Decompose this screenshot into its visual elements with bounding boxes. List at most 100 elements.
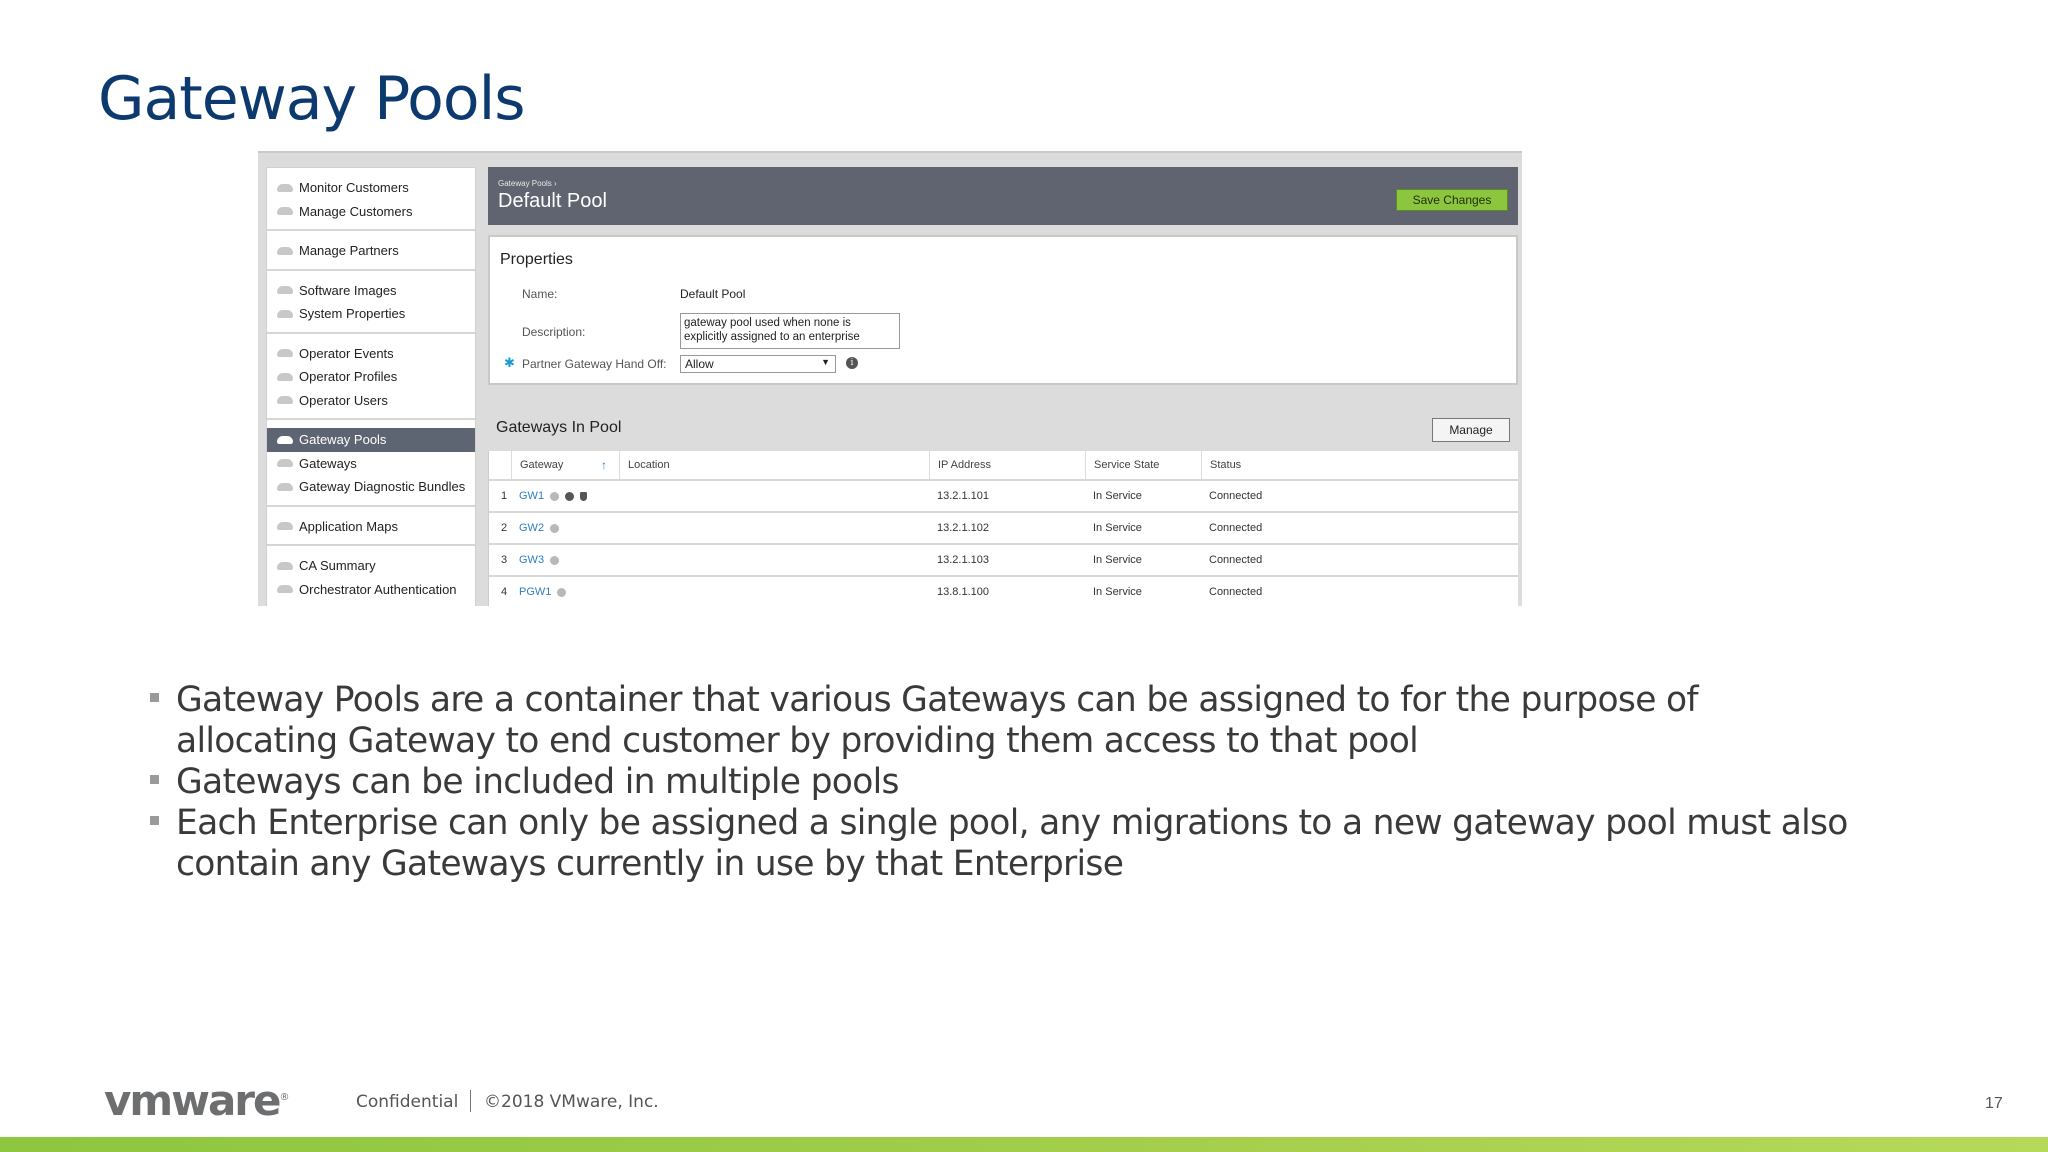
sidebar-item-label: Monitor Customers <box>299 180 409 196</box>
sidebar-item-manage-customers[interactable]: Manage Customers <box>267 200 475 224</box>
row-number: 2 <box>501 522 508 534</box>
row-number: 1 <box>501 490 508 502</box>
sidebar-item-ca-summary[interactable]: CA Summary <box>267 554 475 578</box>
gateway-link[interactable]: GW2 <box>519 522 544 534</box>
cloud-icon <box>277 207 293 216</box>
handoff-select[interactable]: Allow ▼ <box>680 355 836 373</box>
properties-heading: Properties <box>500 251 573 268</box>
ip-address-cell: 13.8.1.100 <box>937 586 989 598</box>
status-cell: Connected <box>1209 586 1263 598</box>
info-icon[interactable] <box>550 491 560 501</box>
ip-address-cell: 13.2.1.101 <box>937 490 989 502</box>
info-icon[interactable] <box>550 555 560 565</box>
sidebar-item-operator-users[interactable]: Operator Users <box>267 389 475 413</box>
column-header-ip-address[interactable]: IP Address <box>929 451 1085 479</box>
table-row[interactable]: 1 GW1 13.2.1.101 In Service Connected <box>489 481 1518 513</box>
sidebar-item-label: Gateway Pools <box>299 432 387 448</box>
sidebar-item-application-maps[interactable]: Application Maps <box>267 515 475 539</box>
sidebar-item-software-images[interactable]: Software Images <box>267 279 475 303</box>
cloud-icon <box>277 286 293 295</box>
nav-group: Software Images System Properties <box>267 271 475 334</box>
gateway-link[interactable]: GW1 <box>519 490 544 502</box>
table-row[interactable]: 3 GW3 13.2.1.103 In Service Connected <box>489 545 1518 577</box>
ip-address-cell: 13.2.1.102 <box>937 522 989 534</box>
sidebar-item-monitor-customers[interactable]: Monitor Customers <box>267 176 475 200</box>
pool-header: Gateway Pools › Default Pool Save Change… <box>488 167 1518 225</box>
save-changes-button[interactable]: Save Changes <box>1396 189 1508 211</box>
gateway-cell: GW2 <box>511 513 560 543</box>
service-state-cell: In Service <box>1093 586 1142 598</box>
info-icon[interactable]: i <box>846 357 858 369</box>
sidebar-item-replication[interactable]: Replication <box>267 601 475 606</box>
cloud-icon <box>277 183 293 192</box>
sidebar-nav: Monitor Customers Manage Customers Manage … <box>266 167 476 606</box>
location-cell <box>619 577 627 606</box>
sidebar-item-system-properties[interactable]: System Properties <box>267 302 475 326</box>
service-state-cell: In Service <box>1093 522 1142 534</box>
column-header-label: Status <box>1210 459 1242 471</box>
row-number: 4 <box>501 586 508 598</box>
page-title: Default Pool <box>498 190 607 212</box>
table-row[interactable]: 4 PGW1 13.8.1.100 In Service Connected <box>489 577 1518 606</box>
gateway-cell: GW3 <box>511 545 560 575</box>
column-header-location[interactable]: Location <box>619 451 929 479</box>
gateway-link[interactable]: GW3 <box>519 554 544 566</box>
cloud-icon <box>277 482 293 491</box>
bullet-square-icon <box>150 775 159 784</box>
sidebar-item-label: Orchestrator Authentication <box>299 581 457 597</box>
bullet-text: Gateway Pools are a container that vario… <box>176 680 1699 761</box>
description-label: Description: <box>522 325 586 339</box>
sidebar-item-label: Operator Users <box>299 392 388 408</box>
gateway-link[interactable]: PGW1 <box>519 586 551 598</box>
cloud-icon <box>277 396 293 405</box>
column-header-status[interactable]: Status <box>1201 451 1519 479</box>
vmware-logo: vmware® <box>104 1076 290 1125</box>
column-header-label: Gateway <box>520 459 564 471</box>
cloud-icon <box>277 459 293 468</box>
sidebar-item-label: System Properties <box>299 306 406 322</box>
sidebar-item-operator-events[interactable]: Operator Events <box>267 342 475 366</box>
sidebar-item-operator-profiles[interactable]: Operator Profiles <box>267 365 475 389</box>
info-icon[interactable] <box>557 587 567 597</box>
chevron-down-icon: ▼ <box>821 357 830 367</box>
manage-button[interactable]: Manage <box>1432 418 1510 442</box>
location-cell <box>619 545 627 575</box>
cloud-icon <box>277 561 293 570</box>
shield-icon[interactable] <box>580 491 588 501</box>
cloud-icon <box>277 522 293 531</box>
bullet-square-icon <box>150 693 159 702</box>
table-row[interactable]: 2 GW2 13.2.1.102 In Service Connected <box>489 513 1518 545</box>
status-cell: Connected <box>1209 522 1263 534</box>
nav-group: Manage Partners <box>267 231 475 271</box>
sidebar-item-gateway-diagnostic-bundles[interactable]: Gateway Diagnostic Bundles <box>267 475 475 499</box>
column-header-gateway[interactable]: Gateway ↑ <box>511 451 619 479</box>
cloud-icon <box>277 585 293 594</box>
sidebar-item-label: CA Summary <box>299 558 376 574</box>
info-icon[interactable] <box>550 523 560 533</box>
table-header-row: Gateway ↑ Location IP Address Service State S… <box>489 451 1518 481</box>
sort-ascending-icon[interactable]: ↑ <box>601 458 607 472</box>
sidebar-item-gateway-pools[interactable]: Gateway Pools <box>267 428 475 452</box>
status-cell: Connected <box>1209 554 1263 566</box>
sidebar-item-orchestrator-authentication[interactable]: Orchestrator Authentication <box>267 578 475 602</box>
description-field[interactable]: gateway pool used when none is explicitl… <box>680 313 900 349</box>
sidebar-item-manage-partners[interactable]: Manage Partners <box>267 239 475 263</box>
sidebar-item-label: Manage Partners <box>299 243 399 259</box>
name-label: Name: <box>522 287 558 301</box>
gateway-cell: GW1 <box>511 481 588 511</box>
gateways-table: Gateway ↑ Location IP Address Service State S… <box>488 451 1518 606</box>
sidebar-item-label: Gateways <box>299 455 357 471</box>
bullet-item: Gateways can be included in multiple poo… <box>148 762 1848 803</box>
column-header-service-state[interactable]: Service State <box>1085 451 1201 479</box>
bullet-item: Each Enterprise can only be assigned a s… <box>148 803 1848 885</box>
nav-group: Monitor Customers Manage Customers <box>267 168 475 231</box>
sidebar-item-gateways[interactable]: Gateways <box>267 452 475 476</box>
cloud-icon <box>277 372 293 381</box>
column-header-label: Location <box>628 459 670 471</box>
bullet-text: Gateways can be included in multiple poo… <box>176 762 899 802</box>
globe-icon[interactable] <box>565 491 575 501</box>
properties-panel: Properties Name: Default Pool Descriptio… <box>488 235 1518 385</box>
breadcrumb[interactable]: Gateway Pools › <box>498 179 557 188</box>
bullet-item: Gateway Pools are a container that vario… <box>148 680 1848 762</box>
location-cell <box>619 481 627 511</box>
